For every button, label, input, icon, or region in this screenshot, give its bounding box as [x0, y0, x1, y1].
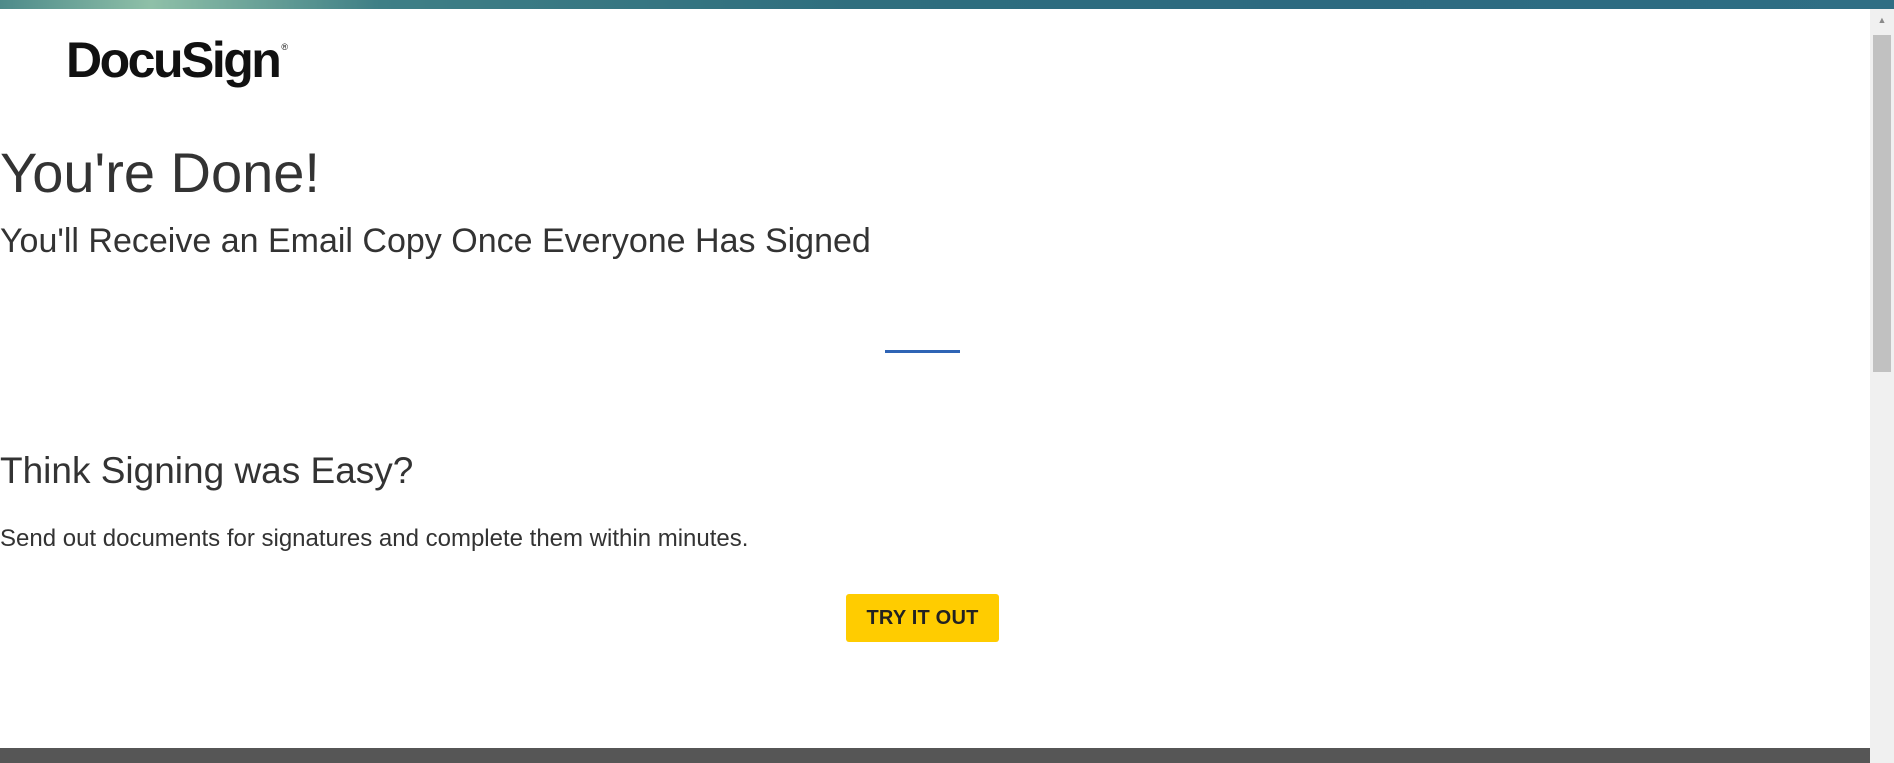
docusign-logo: DocuSign ®: [66, 32, 288, 88]
scroll-up-arrow-icon[interactable]: ▲: [1870, 9, 1894, 31]
footer-bar: [0, 748, 1870, 763]
promo-heading: Think Signing was Easy?: [0, 450, 414, 491]
vertical-scrollbar[interactable]: ▲: [1870, 9, 1894, 763]
promo-text: Send out documents for signatures and co…: [0, 525, 749, 552]
section-divider: [885, 350, 960, 353]
scroll-thumb[interactable]: [1873, 35, 1891, 372]
signing-complete-page: DocuSign ® You're Done! You'll Receive an…: [0, 9, 1870, 748]
page-subtitle: You'll Receive an Email Copy Once Everyo…: [0, 222, 871, 260]
page-title: You're Done!: [0, 141, 320, 204]
top-banner-strip: [0, 0, 1894, 9]
try-it-out-button[interactable]: TRY IT OUT: [846, 594, 999, 642]
logo-text: DocuSign: [66, 32, 282, 88]
registered-mark: ®: [281, 42, 288, 52]
